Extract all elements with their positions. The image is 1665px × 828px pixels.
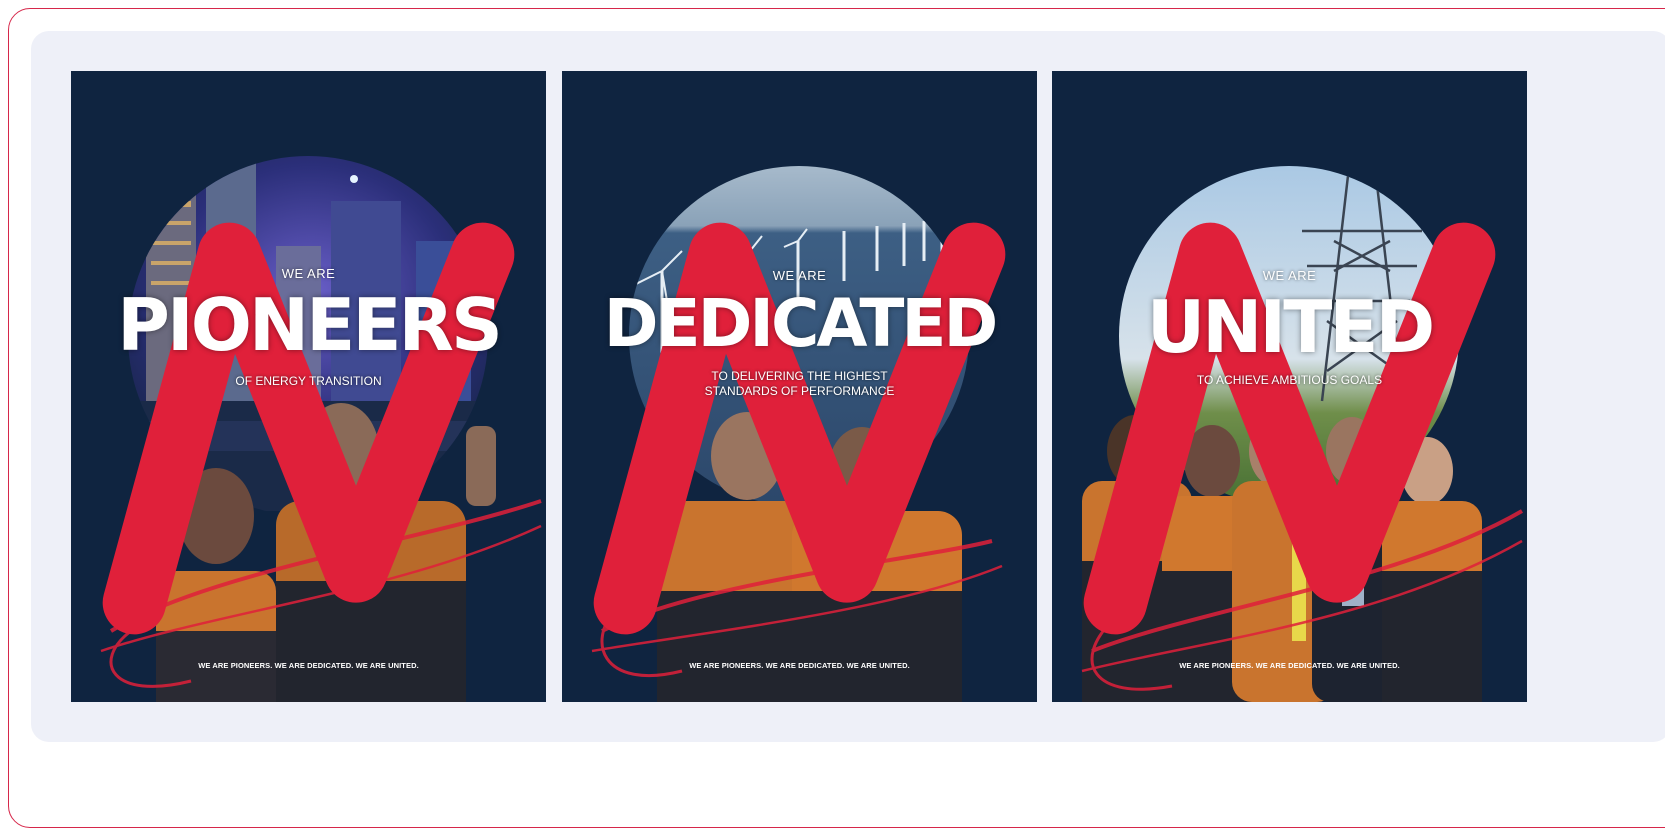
poster-united[interactable]: exans WE ARE UNITED TO ACHIEVE AMBITIOUS… [1052,71,1527,702]
we-are-label: WE ARE [772,268,827,283]
nexans-logo: exans [1052,113,1527,702]
nexans-n-mark-icon [1083,222,1496,635]
footer-slogan: WE ARE PIONEERS. WE ARE DEDICATED. WE AR… [198,661,419,670]
headline: DEDICATED [603,285,999,362]
tagline: TO DELIVERING THE HIGHEST STANDARDS OF P… [704,369,895,398]
headline: UNITED [1146,285,1436,369]
nexans-logo: exans [71,113,546,702]
tagline: TO ACHIEVE AMBITIOUS GOALS [1196,373,1383,387]
headline: PIONEERS [117,283,503,367]
nexans-logo: exans [562,113,1037,702]
poster-dedicated[interactable]: exans WE ARE DEDICATED TO DELIVERING THE… [562,71,1037,702]
footer-slogan: WE ARE PIONEERS. WE ARE DEDICATED. WE AR… [1179,661,1400,670]
nexans-n-mark-icon [102,222,515,635]
poster-pioneers[interactable]: exans WE ARE PIONEERS OF ENERGY TRANSITI… [71,71,546,702]
tagline: OF ENERGY TRANSITION [235,374,382,388]
we-are-label: WE ARE [1262,268,1317,283]
we-are-label: WE ARE [281,266,336,281]
footer-slogan: WE ARE PIONEERS. WE ARE DEDICATED. WE AR… [689,661,910,670]
nexans-n-mark-icon [593,222,1006,635]
